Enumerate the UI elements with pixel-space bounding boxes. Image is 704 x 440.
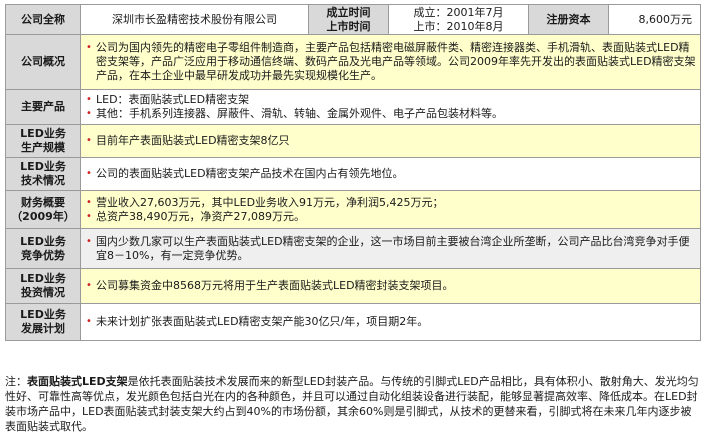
row-content: • 未来计划扩张表面贴装式LED精密支架产能30亿只/年，项目期2年。: [80, 303, 701, 341]
list-item: • 目前年产表面贴装式LED精密支架8亿只: [86, 134, 290, 147]
bullet-icon: •: [86, 94, 92, 105]
bullet-icon: •: [86, 235, 92, 247]
row-content: • 营业收入27,603万元，其中LED业务收入91万元，净利润5,425万元； …: [80, 190, 701, 229]
row-scale: LED业务 生产规模 • 目前年产表面贴装式LED精密支架8亿只: [5, 124, 701, 158]
row-investment: LED业务 投资情况 • 公司募集资金中8568万元将用于生产表面贴装式LED精密封…: [5, 268, 701, 304]
list-item: • 总资产38,490万元，净资产27,089万元。: [86, 209, 305, 223]
list-item: • 未来计划扩张表面贴装式LED精密支架产能30亿只/年，项目期2年。: [86, 315, 429, 328]
bullet-icon: •: [86, 108, 92, 119]
dates-label: 成立时间 上市时间: [308, 4, 389, 35]
row-content: • 公司募集资金中8568万元将用于生产表面贴装式LED精密封装支架项目。: [80, 268, 701, 304]
bullet-icon: •: [86, 42, 92, 53]
row-content: • 公司的表面贴装式LED精密支架产品技术在国内占有领先地位。: [80, 157, 701, 191]
row-tech: LED业务 技术情况 • 公司的表面贴装式LED精密支架产品技术在国内占有领先地位。: [5, 157, 701, 191]
full-name-value: 深圳市长盈精密技术股份有限公司: [80, 4, 309, 35]
row-content: • 公司为国内领先的精密电子零组件制造商，主要产品包括精密电磁屏蔽件类、精密连接器…: [80, 34, 701, 90]
footnote-prefix: 注：: [5, 375, 27, 388]
bullet-icon: •: [86, 168, 92, 179]
bullet-icon: •: [86, 210, 92, 222]
footnote: 注：表面贴装式LED支架是依托表面贴装技术发展而来的新型LED封装产品。与传统的…: [5, 374, 700, 434]
header-row: 公司全称 深圳市长盈精密技术股份有限公司 成立时间 上市时间 成立：2001年7…: [5, 4, 701, 35]
row-label: LED业务 投资情况: [5, 268, 81, 304]
founded-value: 成立：2001年7月: [413, 5, 504, 19]
row-label: 公司概况: [5, 34, 81, 90]
list-item: • 公司募集资金中8568万元将用于生产表面贴装式LED精密封装支架项目。: [86, 279, 454, 292]
listed-value: 上市：2010年8月: [413, 19, 504, 33]
capital-value: 8,600万元: [608, 4, 701, 35]
row-label: LED业务 生产规模: [5, 124, 81, 158]
bullet-icon: •: [86, 280, 92, 291]
capital-label: 注册资本: [528, 4, 609, 35]
list-item: • LED：表面贴装式LED精密支架: [86, 93, 250, 106]
list-item: • 国内少数几家可以生产表面贴装式LED精密支架的企业，这一市场目前主要被台湾企业…: [86, 234, 690, 262]
row-content: • 目前年产表面贴装式LED精密支架8亿只: [80, 124, 701, 158]
row-content: • LED：表面贴装式LED精密支架 • 其他：手机系列连接器、屏蔽件、滑轨、转轴、…: [80, 89, 701, 125]
company-profile: 公司全称 深圳市长盈精密技术股份有限公司 成立时间 上市时间 成立：2001年7…: [5, 4, 701, 341]
list-item: • 公司为国内领先的精密电子零组件制造商，主要产品包括精密电磁屏蔽件类、精密连接器…: [86, 41, 696, 82]
full-name-label: 公司全称: [5, 4, 81, 35]
list-item: • 其他：手机系列连接器、屏蔽件、滑轨、转轴、金属外观件、电子产品包装材料等。: [86, 107, 503, 120]
row-content: • 国内少数几家可以生产表面贴装式LED精密支架的企业，这一市场目前主要被台湾企业…: [80, 228, 701, 269]
bullet-icon: •: [86, 316, 92, 327]
footnote-term: 表面贴装式LED支架: [27, 375, 128, 388]
dates-value: 成立：2001年7月 上市：2010年8月: [388, 4, 529, 35]
row-label: 主要产品: [5, 89, 81, 125]
row-label: LED业务 技术情况: [5, 157, 81, 191]
row-overview: 公司概况 • 公司为国内领先的精密电子零组件制造商，主要产品包括精密电磁屏蔽件类、…: [5, 34, 701, 90]
bullet-icon: •: [86, 196, 92, 208]
list-item: • 公司的表面贴装式LED精密支架产品技术在国内占有领先地位。: [86, 167, 404, 180]
row-finance: 财务概要 （2009年） • 营业收入27,603万元，其中LED业务收入91万元，…: [5, 190, 701, 229]
row-plan: LED业务 发展计划 • 未来计划扩张表面贴装式LED精密支架产能30亿只/年，项目…: [5, 303, 701, 341]
founded-label: 成立时间: [326, 5, 371, 19]
row-label: LED业务 发展计划: [5, 303, 81, 341]
bullet-icon: •: [86, 135, 92, 146]
profile-table: 公司全称 深圳市长盈精密技术股份有限公司 成立时间 上市时间 成立：2001年7…: [5, 4, 701, 341]
row-label: 财务概要 （2009年）: [5, 190, 81, 229]
row-products: 主要产品 • LED：表面贴装式LED精密支架 • 其他：手机系列连接器、屏蔽件、滑…: [5, 89, 701, 125]
list-item: • 营业收入27,603万元，其中LED业务收入91万元，净利润5,425万元；: [86, 195, 444, 209]
row-advantage: LED业务 竞争优势 • 国内少数几家可以生产表面贴装式LED精密支架的企业，这一市…: [5, 228, 701, 269]
listed-label: 上市时间: [326, 19, 371, 33]
row-label: LED业务 竞争优势: [5, 228, 81, 269]
